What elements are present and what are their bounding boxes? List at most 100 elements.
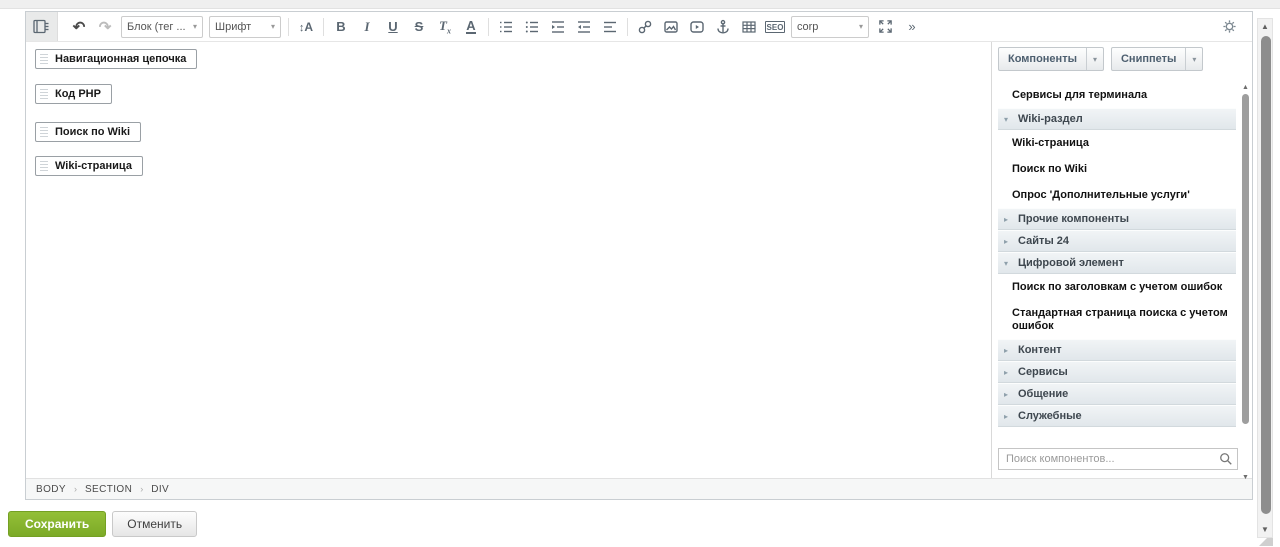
font-size-icon: ↕A <box>299 20 313 34</box>
site-template-dropdown[interactable]: corp ▾ <box>791 16 869 38</box>
breadcrumb-tag-div[interactable]: DIV <box>151 484 169 495</box>
align-left-button[interactable] <box>597 15 623 39</box>
chevron-right-icon: ▸ <box>1004 368 1011 377</box>
redo-button[interactable]: ↷ <box>92 15 118 39</box>
chevron-down-icon[interactable]: ▾ <box>1185 48 1202 70</box>
scroll-down-icon[interactable]: ▼ <box>1258 522 1272 537</box>
component-list-item[interactable]: Стандартная страница поиска с учетом оши… <box>998 300 1236 339</box>
canvas-component-block[interactable]: Поиск по Wiki <box>35 122 141 142</box>
more-tools-button[interactable]: » <box>898 15 924 39</box>
chevron-down-icon: ▾ <box>859 22 863 31</box>
bold-button[interactable]: B <box>328 15 354 39</box>
components-list: Сервисы для терминала ▾ Wiki-раздел Wiki… <box>998 82 1236 427</box>
scrollbar-thumb[interactable] <box>1242 94 1249 424</box>
anchor-button[interactable] <box>710 15 736 39</box>
scrollbar-thumb[interactable] <box>1261 36 1271 514</box>
image-button[interactable] <box>658 15 684 39</box>
gear-icon <box>1222 19 1237 34</box>
component-list-item[interactable]: Wiki-страница <box>998 130 1236 156</box>
table-button[interactable] <box>736 15 762 39</box>
indent-icon <box>550 19 566 35</box>
breadcrumb-tag-body[interactable]: BODY <box>36 484 66 495</box>
canvas-component-block[interactable]: Код PHP <box>35 84 112 104</box>
seo-button[interactable]: SEO <box>762 15 788 39</box>
component-list-item[interactable]: Сервисы для терминала <box>998 82 1236 108</box>
strikethrough-button[interactable]: S <box>406 15 432 39</box>
visual-editor: ↶ ↷ Блок (тег ... ▾ Шрифт ▾ ↕A B I U S T… <box>25 11 1253 500</box>
category-label: Служебные <box>1018 410 1082 422</box>
snippets-tab-button[interactable]: Сниппеты ▾ <box>1111 47 1203 71</box>
fullscreen-icon <box>878 19 893 34</box>
text-color-button[interactable]: A <box>458 15 484 39</box>
underline-button[interactable]: U <box>380 15 406 39</box>
component-list-item[interactable]: Поиск по заголовкам с учетом ошибок <box>998 274 1236 300</box>
breadcrumb-tag-section[interactable]: SECTION <box>85 484 132 495</box>
chevron-right-icon: ▸ <box>1004 215 1011 224</box>
font-dropdown-value: Шрифт <box>215 21 251 33</box>
italic-icon: I <box>364 19 369 35</box>
video-icon <box>689 19 705 35</box>
chevron-right-icon: ▸ <box>1004 346 1011 355</box>
search-icon <box>1219 452 1233 466</box>
bold-icon: B <box>336 19 345 34</box>
canvas-component-block[interactable]: Wiki-страница <box>35 156 143 176</box>
save-button[interactable]: Сохранить <box>8 511 106 537</box>
unordered-list-button[interactable] <box>519 15 545 39</box>
toolbar-separator <box>288 18 289 36</box>
components-list-scrollbar[interactable]: ▲ ▼ <box>1241 82 1250 482</box>
editor-toolbar: ↶ ↷ Блок (тег ... ▾ Шрифт ▾ ↕A B I U S T… <box>26 12 1252 42</box>
component-category-services[interactable]: ▸ Сервисы <box>998 361 1236 383</box>
edit-canvas[interactable]: Навигационная цепочка Код PHP Поиск по W… <box>26 42 991 478</box>
page-scrollbar[interactable]: ▲ ▼ <box>1257 18 1273 538</box>
drag-grip-icon <box>40 127 48 138</box>
cancel-button[interactable]: Отменить <box>112 511 197 537</box>
font-size-button[interactable]: ↕A <box>293 15 319 39</box>
clear-format-icon: Tx <box>439 18 451 36</box>
category-label: Цифровой элемент <box>1018 257 1124 269</box>
component-block-label: Поиск по Wiki <box>55 126 130 138</box>
chevron-down-icon[interactable]: ▾ <box>1086 48 1103 70</box>
form-footer: Сохранить Отменить <box>8 511 197 537</box>
component-list-item[interactable]: Поиск по Wiki <box>998 156 1236 182</box>
component-search-input[interactable] <box>998 448 1238 470</box>
category-label: Прочие компоненты <box>1018 213 1129 225</box>
panel-tabs: Компоненты ▾ Сниппеты ▾ <box>998 47 1248 71</box>
settings-button[interactable] <box>1216 15 1242 39</box>
ordered-list-button[interactable] <box>493 15 519 39</box>
video-button[interactable] <box>684 15 710 39</box>
scroll-up-icon[interactable]: ▲ <box>1258 19 1272 34</box>
scroll-up-icon[interactable]: ▲ <box>1241 82 1250 92</box>
indent-button[interactable] <box>545 15 571 39</box>
chevron-down-icon: ▾ <box>193 22 197 31</box>
clear-format-button[interactable]: Tx <box>432 15 458 39</box>
unordered-list-icon <box>524 19 540 35</box>
component-category-sites24[interactable]: ▸ Сайты 24 <box>998 230 1236 252</box>
strikethrough-icon: S <box>415 19 424 34</box>
font-dropdown[interactable]: Шрифт ▾ <box>209 16 281 38</box>
fullscreen-button[interactable] <box>872 15 898 39</box>
component-category-communication[interactable]: ▸ Общение <box>998 383 1236 405</box>
canvas-component-block[interactable]: Навигационная цепочка <box>35 49 197 69</box>
breadcrumb-separator-icon: › <box>74 484 77 494</box>
component-category-utility[interactable]: ▸ Служебные <box>998 405 1236 427</box>
toolbar-separator <box>488 18 489 36</box>
italic-button[interactable]: I <box>354 15 380 39</box>
chevron-down-icon: ▾ <box>271 22 275 31</box>
link-button[interactable] <box>632 15 658 39</box>
image-icon <box>663 19 679 35</box>
block-tag-dropdown[interactable]: Блок (тег ... ▾ <box>121 16 203 38</box>
scroll-down-icon[interactable]: ▼ <box>1241 472 1250 482</box>
component-category-wiki[interactable]: ▾ Wiki-раздел <box>998 108 1236 130</box>
components-tab-label: Компоненты <box>999 48 1086 70</box>
components-panel-toggle-button[interactable] <box>26 12 58 41</box>
component-list-item[interactable]: Опрос 'Дополнительные услуги' <box>998 182 1236 208</box>
outdent-button[interactable] <box>571 15 597 39</box>
components-tab-button[interactable]: Компоненты ▾ <box>998 47 1104 71</box>
component-category-other[interactable]: ▸ Прочие компоненты <box>998 208 1236 230</box>
undo-button[interactable]: ↶ <box>66 15 92 39</box>
component-category-digital[interactable]: ▾ Цифровой элемент <box>998 252 1236 274</box>
block-tag-dropdown-value: Блок (тег ... <box>127 21 186 33</box>
drag-grip-icon <box>40 54 48 65</box>
component-category-content[interactable]: ▸ Контент <box>998 339 1236 361</box>
table-icon <box>741 19 757 35</box>
